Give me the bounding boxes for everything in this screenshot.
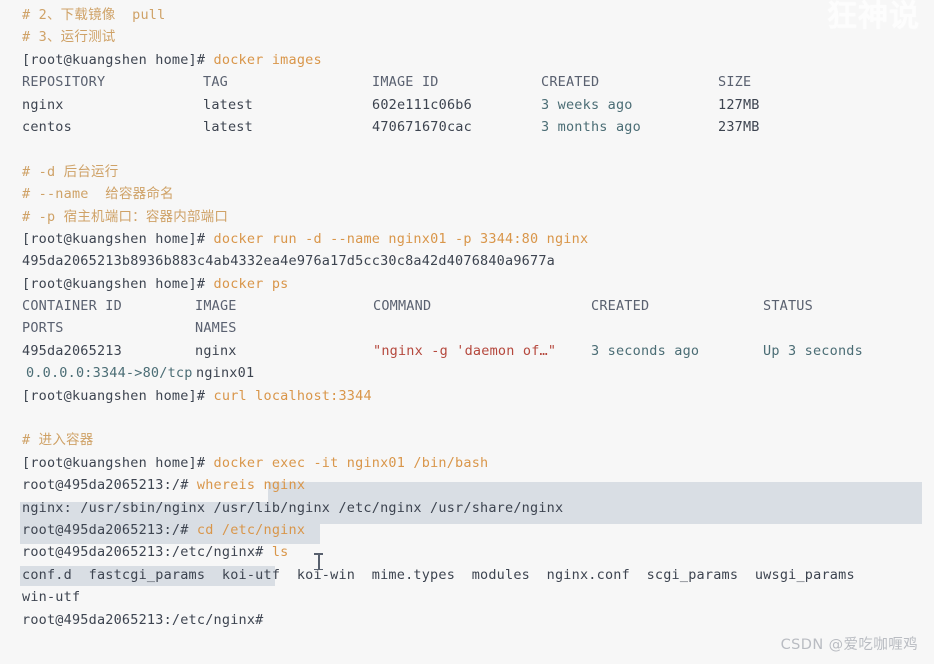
images-table-row: nginx latest 602e111c06b6 3 weeks ago 127MB (0, 94, 934, 116)
cell-ports: 0.0.0.0:3344->80/tcp (26, 365, 193, 382)
cell-size: 237MB (718, 118, 760, 135)
shell-prompt: [root@kuangshen home]# (22, 230, 214, 247)
header-created: CREATED (541, 74, 600, 91)
cell-status: Up 3 seconds (763, 342, 863, 359)
comment-line-name: # --name 给容器命名 (0, 183, 934, 205)
cell-names: nginx01 (196, 365, 255, 382)
shell-prompt: [root@kuangshen home]# (22, 454, 214, 471)
command-line-ls: root@495da2065213:/etc/nginx# ls (0, 541, 934, 563)
comment-line-download-image: # 2、下载镜像 pull (0, 4, 934, 26)
images-table-header: REPOSITORY TAG IMAGE ID CREATED SIZE (0, 71, 934, 93)
comment-text: # --name 给容器命名 (22, 186, 174, 203)
command-line-curl: [root@kuangshen home]# curl localhost:33… (0, 385, 934, 407)
output-whereis: nginx: /usr/sbin/nginx /usr/lib/nginx /e… (0, 497, 934, 519)
command-text: docker exec -it nginx01 /bin/bash (213, 454, 489, 471)
container-prompt: root@495da2065213:/etc/nginx# (22, 611, 272, 628)
cell-created: 3 seconds ago (591, 342, 700, 359)
command-line-whereis: root@495da2065213:/# whereis nginx (0, 474, 934, 496)
command-line-cd: root@495da2065213:/# cd /etc/nginx (0, 519, 934, 541)
command-text: ls (271, 544, 289, 561)
comment-text: # -p 宿主机端口：容器内部端口 (22, 208, 229, 225)
command-text: cd /etc/nginx (196, 521, 306, 538)
csdn-watermark: CSDN @爱吃咖喱鸡 (780, 636, 918, 653)
ls-entries: conf.d fastcgi_params koi-utf koi-win mi… (22, 566, 855, 583)
comment-text: # 3、运行测试 (22, 29, 116, 46)
cell-tag: latest (203, 96, 253, 113)
comment-text: # 2、下载镜像 pull (22, 7, 166, 23)
header-tag: TAG (203, 74, 228, 91)
ps-table-row: 495da2065213 nginx "nginx -g 'daemon of…" 3… (0, 340, 934, 362)
command-text: docker ps (213, 275, 289, 292)
cell-image-id: 470671670cac (372, 118, 472, 135)
cell-created: 3 weeks ago (541, 96, 633, 113)
ls-entries: win-utf (22, 589, 81, 606)
cell-command: "nginx -g 'daemon of…" (373, 342, 557, 359)
comment-line-enter-container: # 进入容器 (0, 429, 934, 451)
images-table-row: centos latest 470671670cac 3 months ago 237M… (0, 116, 934, 138)
cell-tag: latest (203, 118, 253, 135)
terminal-output-area[interactable]: # 2、下载镜像 pull # 3、运行测试 [root@kuangshen h… (0, 0, 934, 664)
comment-line-detached: # -d 后台运行 (0, 161, 934, 183)
container-id-value: 495da2065213b8936b883c4ab4332ea4e976a17d… (22, 253, 555, 270)
command-text: whereis nginx (196, 477, 306, 494)
comment-text: # -d 后台运行 (22, 163, 119, 180)
ps-table-header: CONTAINER ID IMAGE COMMAND CREATED STATUS (0, 295, 934, 317)
header-ports: PORTS (22, 320, 64, 337)
comment-line-run-test: # 3、运行测试 (0, 26, 934, 48)
command-line-final-prompt: root@495da2065213:/etc/nginx# (0, 609, 934, 631)
command-text: curl localhost:3344 (213, 387, 372, 404)
header-size: SIZE (718, 74, 752, 91)
header-names: NAMES (195, 320, 237, 337)
ps-table-header-row2: PORTS NAMES (0, 317, 934, 339)
cell-container-id: 495da2065213 (22, 342, 122, 359)
ps-table-row2: 0.0.0.0:3344->80/tcp nginx01 (0, 362, 934, 384)
header-container-id: CONTAINER ID (22, 298, 122, 315)
header-image-id: IMAGE ID (372, 74, 439, 91)
cell-size: 127MB (718, 96, 760, 113)
command-line-docker-images: [root@kuangshen home]# docker images (0, 49, 934, 71)
container-prompt: root@495da2065213:/# (22, 477, 197, 494)
command-text: docker run -d --name nginx01 -p 3344:80 … (213, 230, 589, 247)
cell-repository: nginx (22, 96, 64, 113)
header-status: STATUS (763, 298, 813, 315)
command-line-docker-run: [root@kuangshen home]# docker run -d --n… (0, 228, 934, 250)
cell-image-id: 602e111c06b6 (372, 96, 472, 113)
command-line-docker-ps: [root@kuangshen home]# docker ps (0, 273, 934, 295)
header-command: COMMAND (373, 298, 432, 315)
shell-prompt: [root@kuangshen home]# (22, 275, 214, 292)
terminal-screenshot: # 2、下载镜像 pull # 3、运行测试 [root@kuangshen h… (0, 0, 934, 664)
command-text: docker images (213, 51, 322, 68)
whereis-paths: nginx: /usr/sbin/nginx /usr/lib/nginx /e… (22, 499, 564, 516)
output-ls-line-1: conf.d fastcgi_params koi-utf koi-win mi… (0, 564, 934, 586)
comment-line-port: # -p 宿主机端口：容器内部端口 (0, 206, 934, 228)
output-container-id: 495da2065213b8936b883c4ab4332ea4e976a17d… (0, 250, 934, 272)
container-prompt: root@495da2065213:/etc/nginx# (22, 544, 272, 561)
command-line-docker-exec: [root@kuangshen home]# docker exec -it n… (0, 452, 934, 474)
cell-image: nginx (195, 342, 237, 359)
container-prompt: root@495da2065213:/# (22, 521, 197, 538)
shell-prompt: [root@kuangshen home]# (22, 387, 214, 404)
header-image: IMAGE (195, 298, 237, 315)
shell-prompt: [root@kuangshen home]# (22, 51, 214, 68)
header-repository: REPOSITORY (22, 74, 106, 91)
brand-watermark: 狂神说 (827, 0, 920, 34)
output-ls-line-2: win-utf (0, 586, 934, 608)
comment-text: # 进入容器 (22, 432, 94, 449)
header-created: CREATED (591, 298, 650, 315)
cell-repository: centos (22, 118, 72, 135)
cell-created: 3 months ago (541, 118, 641, 135)
